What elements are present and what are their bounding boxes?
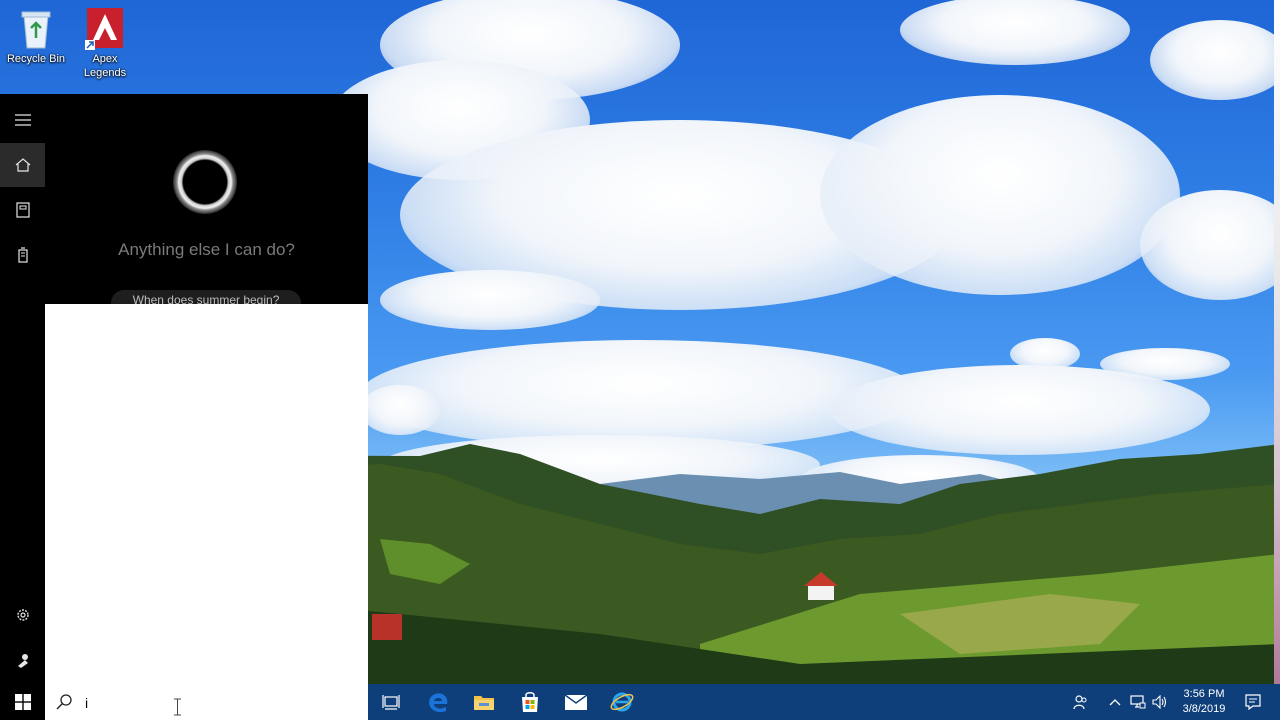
- taskbar: 3:56 PM 3/8/2019: [0, 684, 1280, 720]
- clock-date: 3/8/2019: [1182, 703, 1226, 715]
- taskbar-search-box[interactable]: [45, 684, 368, 720]
- hamburger-menu-icon: [14, 114, 31, 126]
- cloud: [900, 0, 1130, 65]
- windows-logo-icon: [14, 694, 31, 710]
- desktop-icon-recycle-bin[interactable]: Recycle Bin: [0, 2, 72, 66]
- notebook-icon: [15, 202, 30, 218]
- cortana-header: Anything else I can do? When does summer…: [45, 94, 368, 304]
- recycle-bin-icon: [16, 6, 56, 50]
- edge-icon: [429, 693, 448, 713]
- volume-button[interactable]: [1149, 684, 1171, 720]
- cortana-prompt: Anything else I can do?: [118, 240, 295, 259]
- internet-explorer-icon: [610, 692, 634, 712]
- devices-button[interactable]: [0, 233, 45, 277]
- task-view-icon: [382, 695, 400, 710]
- search-icon: [56, 694, 72, 710]
- hamburger-menu-button[interactable]: [0, 98, 45, 142]
- file-explorer-button[interactable]: [461, 684, 507, 720]
- cloud: [1150, 20, 1280, 100]
- cortana-results-panel: [45, 304, 368, 684]
- feedback-icon: [17, 654, 28, 668]
- action-center-button[interactable]: [1240, 684, 1266, 720]
- gear-icon: [16, 609, 29, 621]
- settings-button[interactable]: [0, 593, 45, 637]
- edge-button[interactable]: [415, 684, 461, 720]
- start-rail: [0, 94, 45, 684]
- text-cursor-icon: [174, 698, 181, 716]
- cloud: [360, 340, 920, 450]
- desktop-edge: [1274, 0, 1280, 684]
- clock-time: 3:56 PM: [1183, 688, 1225, 700]
- device-icon: [17, 247, 28, 263]
- home-icon: [15, 158, 30, 172]
- apex-legends-icon: [85, 6, 125, 50]
- cloud: [380, 270, 600, 330]
- store-button[interactable]: [507, 684, 553, 720]
- cloud: [820, 95, 1180, 295]
- desktop-icon-apex-legends[interactable]: Apex Legends: [69, 2, 141, 80]
- chevron-up-icon: [1109, 699, 1121, 706]
- start-button[interactable]: [0, 684, 45, 720]
- network-button[interactable]: [1127, 684, 1149, 720]
- desktop-icon-label: Apex Legends: [83, 53, 127, 79]
- action-center-icon: [1245, 694, 1261, 710]
- internet-explorer-button[interactable]: [599, 684, 645, 720]
- home-button[interactable]: [0, 143, 45, 187]
- store-icon: [522, 692, 538, 712]
- mail-button[interactable]: [553, 684, 599, 720]
- search-input[interactable]: [83, 691, 357, 715]
- notebook-button[interactable]: [0, 188, 45, 232]
- volume-icon: [1152, 695, 1167, 709]
- cortana-ring-icon: [173, 150, 237, 214]
- cloud: [830, 365, 1210, 455]
- cloud: [360, 385, 440, 435]
- feedback-button[interactable]: [0, 638, 45, 682]
- taskbar-clock[interactable]: 3:56 PM 3/8/2019: [1170, 684, 1238, 720]
- people-icon: [1073, 695, 1087, 710]
- task-view-button[interactable]: [368, 684, 414, 720]
- people-button[interactable]: [1068, 684, 1094, 720]
- show-hidden-icons-button[interactable]: [1104, 684, 1126, 720]
- desktop-icon-label: Recycle Bin: [6, 53, 66, 65]
- cloud: [1140, 190, 1280, 300]
- network-icon: [1130, 695, 1146, 709]
- file-explorer-icon: [474, 696, 494, 710]
- cortana-suggestion-chip[interactable]: When does summer begin?: [111, 290, 301, 304]
- mail-icon: [564, 694, 588, 710]
